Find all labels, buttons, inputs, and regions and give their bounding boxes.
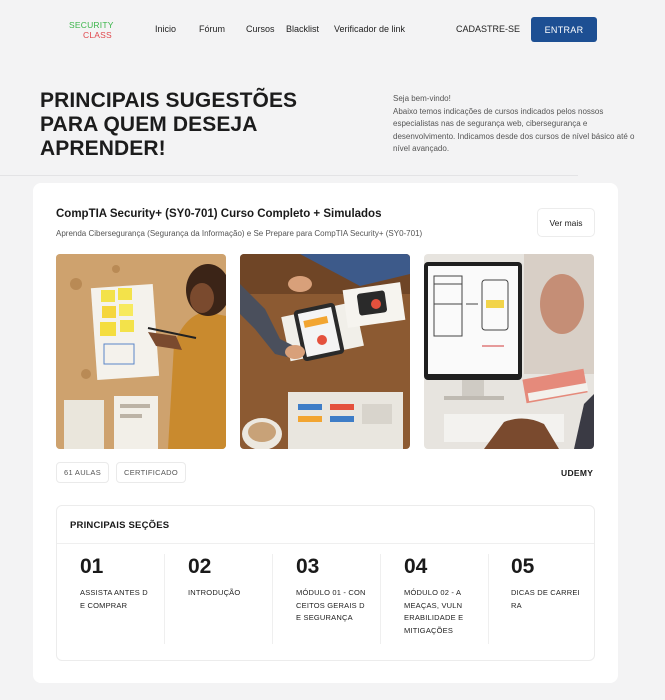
course-card: CompTIA Security+ (SY0-701) Curso Comple… bbox=[33, 183, 618, 683]
login-button[interactable]: ENTRAR bbox=[531, 17, 597, 42]
section-separator bbox=[272, 554, 273, 644]
section-number: 01 bbox=[80, 555, 104, 578]
sections-title: PRINCIPAIS SEÇÕES bbox=[70, 520, 170, 531]
logo[interactable]: SECURITY CLASS bbox=[69, 20, 114, 40]
course-title[interactable]: CompTIA Security+ (SY0-701) Curso Comple… bbox=[56, 208, 381, 220]
section-label: DICAS DE CARREIRA bbox=[511, 588, 580, 610]
course-image-tablet-table bbox=[240, 254, 410, 449]
nav-link-forum[interactable]: Fórum bbox=[199, 24, 225, 34]
section-separator bbox=[164, 554, 165, 644]
nav-link-inicio[interactable]: Inicio bbox=[155, 24, 176, 34]
section-label: MÓDULO 02 - AMEAÇAS, VULNERABILIDADE E M… bbox=[404, 588, 464, 635]
nav-link-blacklist[interactable]: Blacklist bbox=[286, 24, 319, 34]
section-number: 04 bbox=[404, 555, 428, 578]
course-image-sticky-notes bbox=[56, 254, 226, 449]
logo-line2: CLASS bbox=[83, 30, 112, 40]
section-separator bbox=[488, 554, 489, 644]
signup-link[interactable]: CADASTRE-SE bbox=[456, 24, 520, 34]
hero-title: PRINCIPAIS SUGESTÕES PARA QUEM DESEJA AP… bbox=[40, 89, 298, 160]
course-subtitle: Aprenda Cibersegurança (Segurança da Inf… bbox=[56, 229, 423, 238]
section-label: INTRODUÇÃO bbox=[188, 588, 241, 597]
section-number: 05 bbox=[511, 555, 535, 578]
hero-divider bbox=[0, 175, 578, 176]
nav-link-verificador[interactable]: Verificador de link bbox=[334, 24, 405, 34]
main-sections-panel: PRINCIPAIS SEÇÕES 01 ASSISTA ANTES DE CO… bbox=[56, 505, 595, 661]
hero-description: Abaixo temos indicações de cursos indica… bbox=[393, 106, 635, 154]
section-label: MÓDULO 01 - CONCEITOS GERAIS DE SEGURANÇ… bbox=[296, 588, 366, 622]
hero-greeting: Seja bem-vindo! bbox=[393, 94, 451, 103]
course-image-monitor-wireframes bbox=[424, 254, 594, 449]
course-platform: UDEMY bbox=[561, 468, 594, 478]
sections-divider bbox=[57, 543, 594, 544]
section-separator bbox=[380, 554, 381, 644]
hero-description-block: Seja bem-vindo! Abaixo temos indicações … bbox=[393, 93, 643, 156]
logo-line1: SECURITY bbox=[69, 20, 114, 30]
section-number: 03 bbox=[296, 555, 320, 578]
top-navbar: SECURITY CLASS Inicio Fórum Cursos Black… bbox=[0, 0, 665, 62]
see-more-button[interactable]: Ver mais bbox=[537, 208, 595, 237]
section-number: 02 bbox=[188, 555, 212, 578]
section-label: ASSISTA ANTES DE COMPRAR bbox=[80, 588, 148, 610]
nav-link-cursos[interactable]: Cursos bbox=[246, 24, 275, 34]
tag-lessons: 61 AULAS bbox=[56, 462, 110, 483]
tag-certificate: CERTIFICADO bbox=[116, 462, 186, 483]
